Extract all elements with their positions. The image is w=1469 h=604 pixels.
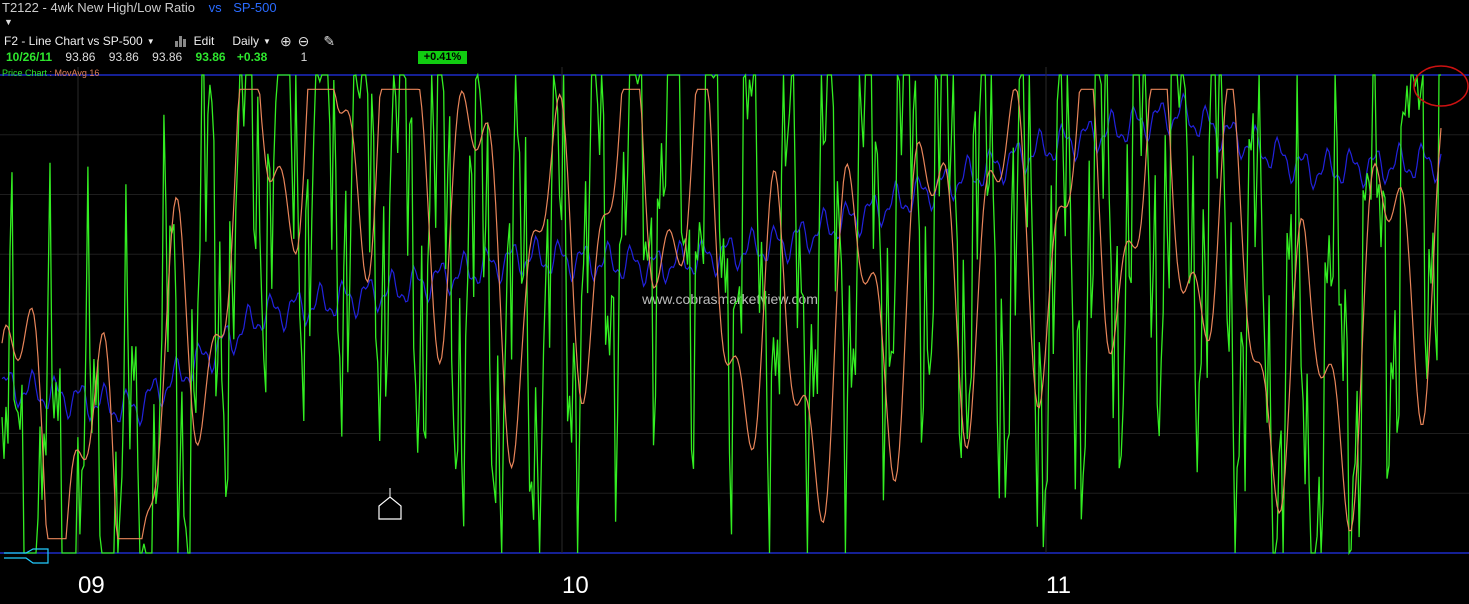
title-dash: -: [42, 0, 47, 15]
quote-change: +0.38: [236, 50, 268, 64]
indicator-name: 4wk New High/Low Ratio: [50, 0, 195, 15]
series-legend: Price Chart : MovAvg 16: [2, 68, 99, 78]
period-dropdown[interactable]: Daily ▼: [232, 34, 271, 48]
quote-last: 93.86: [195, 50, 226, 64]
house-marker-icon: [378, 496, 402, 520]
layout-dropdown[interactable]: F2 - Line Chart vs SP-500 ▼: [4, 34, 155, 48]
bar-chart-icon: [174, 35, 189, 47]
chart-menu-caret-icon[interactable]: ▼: [4, 17, 13, 27]
x-tick-label: 11: [1046, 572, 1071, 599]
quote-low: 93.86: [152, 50, 183, 64]
quote-bar: 10/26/11 93.86 93.86 93.86 93.86 +0.38 1: [6, 50, 307, 64]
zoom-in-icon[interactable]: ⊕: [280, 33, 292, 50]
chart-canvas: www.cobrasmarketview.com 09 10 11: [0, 65, 1469, 599]
chevron-down-icon: ▼: [263, 36, 271, 46]
draw-pencil-icon[interactable]: ✎: [323, 33, 335, 50]
layout-dropdown-label: F2 - Line Chart vs SP-500: [4, 34, 143, 48]
x-axis-labels: 09 10 11: [78, 572, 1071, 599]
sp500-line: [1, 92, 1442, 428]
quote-open: 93.86: [65, 50, 96, 64]
quote-date: 10/26/11: [6, 50, 53, 64]
percent-change-badge: +0.41%: [418, 51, 467, 64]
legend-price-chart: Price Chart: [2, 68, 48, 78]
vs-label: vs: [208, 0, 222, 15]
period-dropdown-label: Daily: [232, 34, 260, 48]
x-tick-label: 09: [78, 572, 105, 599]
chevron-down-icon: ▼: [146, 36, 155, 46]
zoom-out-icon[interactable]: ⊖: [298, 33, 310, 50]
chart-title: T2122 - 4wk New High/Low Ratio vs SP-500: [2, 0, 277, 16]
symbol-label: T2122: [2, 0, 39, 15]
quote-count: 1: [300, 50, 308, 64]
x-tick-label: 10: [562, 572, 589, 599]
quote-high: 93.86: [108, 50, 139, 64]
watermark: www.cobrasmarketview.com: [641, 291, 818, 307]
legend-moving-average: : MovAvg 16: [49, 68, 100, 78]
edit-button-label: Edit: [193, 34, 215, 48]
cursor-arrow-icon[interactable]: [4, 548, 49, 564]
chart-toolbar: F2 - Line Chart vs SP-500 ▼ Edit Daily ▼…: [4, 33, 338, 49]
edit-button[interactable]: Edit: [174, 34, 215, 48]
benchmark-label: SP-500: [233, 0, 277, 15]
